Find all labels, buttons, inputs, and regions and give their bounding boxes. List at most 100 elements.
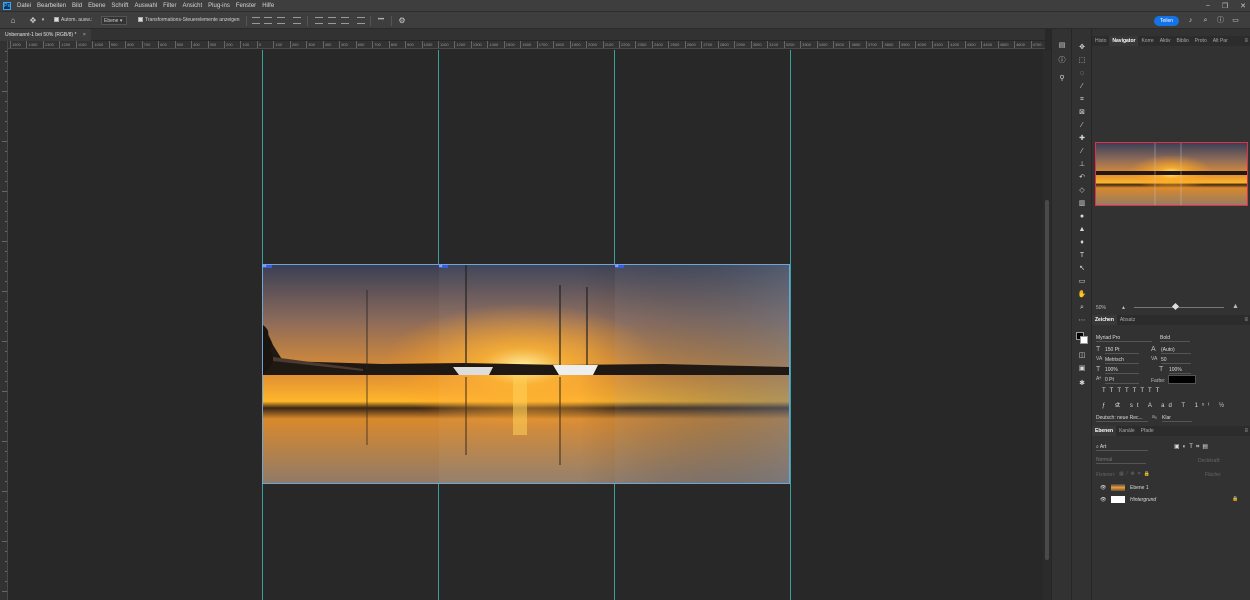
panel-menu-icon[interactable]: ≡ bbox=[1244, 317, 1248, 323]
menu-bild[interactable]: Bild bbox=[72, 3, 82, 9]
hand-tool-icon[interactable]: ✋ bbox=[1077, 290, 1087, 300]
eye-icon[interactable]: 👁 bbox=[1100, 485, 1106, 491]
type-tool-icon[interactable]: T bbox=[1077, 251, 1087, 261]
scrollbar-thumb[interactable] bbox=[1045, 200, 1049, 560]
distribute-vertical-icon[interactable] bbox=[357, 17, 365, 24]
tab-character[interactable]: Zeichen bbox=[1092, 315, 1117, 325]
eraser-icon[interactable]: ◇ bbox=[1077, 186, 1087, 196]
navigator-zoom-slider[interactable] bbox=[1134, 307, 1224, 308]
tab-history[interactable]: Proto bbox=[1192, 38, 1210, 44]
more-options-button[interactable]: ••• bbox=[376, 15, 386, 26]
magic-wand-icon[interactable]: ⁄ bbox=[1077, 82, 1087, 92]
zoom-slider-handle[interactable] bbox=[1171, 302, 1180, 311]
slice-label[interactable]: 03 bbox=[615, 265, 624, 268]
panel-menu-icon[interactable]: ≡ bbox=[1244, 428, 1248, 434]
menu-auswahl[interactable]: Auswahl bbox=[134, 3, 157, 9]
align-hcenter-icon[interactable] bbox=[264, 17, 272, 24]
baseline-field[interactable]: 0 Pt bbox=[1105, 377, 1139, 384]
guide-line[interactable] bbox=[790, 50, 791, 600]
panel-menu-icon[interactable]: ≡ bbox=[1244, 38, 1248, 44]
tab-actions[interactable]: Aktiv bbox=[1157, 38, 1174, 44]
slice-label[interactable]: 01 bbox=[263, 265, 272, 268]
document-tab[interactable]: Unbenannt-1 bei 50% (RGB/8) * × bbox=[0, 29, 91, 41]
tab-paragraph[interactable]: Absatz bbox=[1117, 317, 1138, 323]
move-tool-icon[interactable]: ✥ bbox=[1077, 43, 1087, 53]
close-window-icon[interactable]: ✕ bbox=[1240, 2, 1246, 10]
sunset-marina-photo[interactable]: 01 02 03 bbox=[262, 264, 790, 484]
antialias-select[interactable]: Klar bbox=[1162, 415, 1192, 422]
font-style-select[interactable]: Bold bbox=[1160, 335, 1190, 342]
text-color-swatch[interactable] bbox=[1168, 375, 1196, 384]
share-button[interactable]: Teilen bbox=[1154, 16, 1179, 26]
kerning-field[interactable]: Metrisch bbox=[1105, 357, 1139, 364]
eyedropper-icon[interactable]: ⁄ bbox=[1077, 121, 1087, 131]
tracking-field[interactable]: 50 bbox=[1161, 357, 1191, 364]
slice-label[interactable]: 02 bbox=[439, 265, 448, 268]
spot-healing-icon[interactable]: ✚ bbox=[1077, 134, 1087, 144]
restore-icon[interactable]: ❐ bbox=[1222, 2, 1228, 10]
menu-bearbeiten[interactable]: Bearbeiten bbox=[37, 3, 66, 9]
move-tool-icon[interactable]: ✥ bbox=[28, 15, 38, 26]
minimize-icon[interactable]: – bbox=[1206, 2, 1210, 9]
frame-tool-icon[interactable]: ⊠ bbox=[1077, 108, 1087, 118]
layer-row[interactable]: 👁 Ebene 1 bbox=[1094, 483, 1249, 494]
workspace-icon[interactable]: ▭ bbox=[1231, 15, 1240, 26]
navigator-zoom-value[interactable]: 50% bbox=[1096, 305, 1106, 311]
layer-filter-icons[interactable]: ▣◐T⌗▤ bbox=[1174, 443, 1211, 451]
zoom-in-icon[interactable]: ▲ bbox=[1232, 303, 1239, 310]
layer-filter-select[interactable]: ⌕ Art bbox=[1096, 444, 1148, 451]
help-icon[interactable]: ⓘ bbox=[1216, 15, 1225, 26]
distribute-icon[interactable] bbox=[293, 17, 301, 24]
path-selection-icon[interactable]: ↖ bbox=[1077, 264, 1087, 274]
close-tab-icon[interactable]: × bbox=[83, 32, 86, 38]
vertical-scrollbar[interactable] bbox=[1043, 50, 1051, 600]
font-family-select[interactable]: Myriad Pro bbox=[1096, 335, 1152, 342]
tab-libraries[interactable]: Biblio bbox=[1174, 38, 1192, 44]
menu-hilfe[interactable]: Hilfe bbox=[262, 3, 274, 9]
type-style-buttons[interactable]: TTTTTTTT bbox=[1102, 388, 1163, 394]
eye-icon[interactable]: 👁 bbox=[1100, 497, 1106, 503]
crop-tool-icon[interactable]: ⌗ bbox=[1077, 95, 1087, 105]
align-bottom-icon[interactable] bbox=[341, 17, 349, 24]
tab-layers[interactable]: Ebenen bbox=[1092, 426, 1117, 436]
font-size-field[interactable]: 150 Pt bbox=[1105, 347, 1139, 354]
screen-mode-icon[interactable]: ▣ bbox=[1077, 364, 1087, 374]
zoom-tool-icon[interactable]: ⌕ bbox=[1077, 303, 1087, 313]
libraries-icon[interactable]: ▤ bbox=[1057, 41, 1067, 51]
lasso-tool-icon[interactable]: ◌ bbox=[1077, 69, 1087, 79]
pen-tool-icon[interactable]: ♦ bbox=[1077, 238, 1087, 248]
menu-ansicht[interactable]: Ansicht bbox=[182, 3, 202, 9]
dodge-icon[interactable]: ▲ bbox=[1077, 225, 1087, 235]
blend-mode-select[interactable]: Normal bbox=[1096, 457, 1146, 464]
leading-field[interactable]: (Auto) bbox=[1161, 347, 1191, 354]
settings-gear-icon[interactable]: ⚙ bbox=[397, 15, 407, 26]
home-icon[interactable]: ⌂ bbox=[8, 15, 18, 26]
align-right-icon[interactable] bbox=[277, 17, 285, 24]
language-select[interactable]: Deutsch: neue Rec... bbox=[1096, 415, 1148, 422]
auto-select-dropdown[interactable]: Ebene ▾ bbox=[101, 16, 127, 25]
horizontal-scale-field[interactable]: 100% bbox=[1169, 367, 1191, 374]
background-color-swatch[interactable] bbox=[1080, 336, 1088, 344]
tool-preset-chevron-icon[interactable]: ▾ bbox=[40, 15, 46, 26]
info-icon[interactable]: ⓘ bbox=[1057, 56, 1067, 66]
generative-icon[interactable]: ✱ bbox=[1077, 379, 1087, 389]
auto-select-checkbox[interactable]: Autom. ausw.: bbox=[54, 17, 92, 23]
align-top-icon[interactable] bbox=[315, 17, 323, 24]
tab-paths[interactable]: Pfade bbox=[1138, 428, 1157, 434]
vertical-scale-field[interactable]: 100% bbox=[1105, 367, 1139, 374]
photoshop-logo[interactable]: Ps bbox=[3, 1, 11, 10]
align-left-icon[interactable] bbox=[252, 17, 260, 24]
opentype-buttons[interactable]: ƒ ﬆ st A ad T 1ˢᵗ ½ bbox=[1102, 402, 1228, 409]
gradient-icon[interactable]: ▥ bbox=[1077, 199, 1087, 209]
layer-name[interactable]: Hintergrund bbox=[1130, 497, 1156, 503]
menu-plugins[interactable]: Plug-ins bbox=[208, 3, 230, 9]
search-icon[interactable]: ⌕ bbox=[1201, 15, 1210, 26]
history-brush-icon[interactable]: ↶ bbox=[1077, 173, 1087, 183]
properties-icon[interactable]: ⚲ bbox=[1057, 74, 1067, 84]
menu-schrift[interactable]: Schrift bbox=[111, 3, 128, 9]
layer-name[interactable]: Ebene 1 bbox=[1130, 485, 1149, 491]
tab-navigator[interactable]: Navigator bbox=[1109, 36, 1139, 46]
quick-mask-icon[interactable]: ◫ bbox=[1077, 351, 1087, 361]
brush-tool-icon[interactable]: ⁄ bbox=[1077, 147, 1087, 157]
navigator-preview[interactable] bbox=[1095, 142, 1248, 206]
